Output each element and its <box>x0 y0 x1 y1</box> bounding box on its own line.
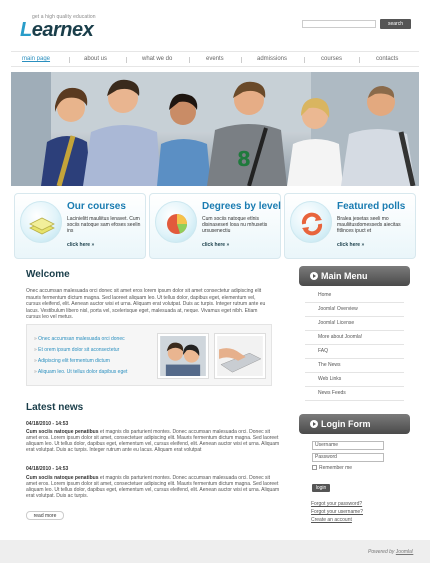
remember-me-checkbox[interactable] <box>312 465 317 470</box>
feature-boxes: Our courses Lacinielitt mauliitus lenave… <box>14 193 416 261</box>
search-input[interactable] <box>302 20 376 28</box>
menu-item-joomla-overview[interactable]: Joomla! Overview <box>318 306 358 312</box>
list-item[interactable]: » Aliquam leo. Ut tellus dolor dapibus e… <box>34 369 127 375</box>
svg-text:8: 8 <box>237 147 251 171</box>
username-field[interactable]: Username <box>312 441 384 450</box>
feature-box-our-courses: Our courses Lacinielitt mauliitus lenave… <box>14 193 146 259</box>
menu-divider <box>305 400 404 401</box>
menu-divider <box>305 330 404 331</box>
play-bullet-icon <box>310 420 318 428</box>
menu-divider <box>305 372 404 373</box>
nav-item-what-we-do[interactable]: what we do <box>142 56 172 62</box>
thumbnail-students[interactable] <box>157 333 209 379</box>
latest-news-heading: Latest news <box>26 402 84 413</box>
news-text: Cum sociis natoque penatibus et magnis d… <box>26 475 282 499</box>
laptop-photo-icon <box>217 336 263 376</box>
feature-click-here-link[interactable]: click here » <box>67 242 94 248</box>
logo-initial: L <box>20 19 32 41</box>
feature-box-featured-polls: Featured polls Bralea jesetas seeli mo m… <box>284 193 416 259</box>
main-navigation: main page about us what we do events adm… <box>11 51 419 67</box>
feature-click-here-link[interactable]: click here » <box>337 242 364 248</box>
nav-separator <box>126 57 127 63</box>
joomla-link[interactable]: Joomla! <box>396 549 414 555</box>
menu-item-web-links[interactable]: Web Links <box>318 376 341 382</box>
forgot-username-link[interactable]: Forgot your username? <box>311 509 363 515</box>
powered-by-label: Powered by <box>368 549 395 555</box>
read-more-button[interactable]: read more <box>26 511 64 520</box>
nav-item-about-us[interactable]: about us <box>84 56 107 62</box>
nav-separator <box>241 57 242 63</box>
login-form: Username Password Remember me login Forg… <box>302 434 409 528</box>
welcome-heading: Welcome <box>26 269 70 280</box>
list-item[interactable]: » Onec accumsan malesuada orci donec <box>34 336 125 342</box>
nav-item-courses[interactable]: courses <box>321 56 342 62</box>
list-item-label: Et orem ipsum dolor sit aconsectetur <box>38 347 120 353</box>
menu-divider <box>305 386 404 387</box>
book-icon <box>20 201 62 243</box>
students-photo-icon <box>160 336 206 376</box>
menu-item-joomla-license[interactable]: Joomla! License <box>318 320 354 326</box>
welcome-text: Onec accumsan malesuada orci donec sit a… <box>26 288 266 320</box>
footer-text: Powered by Joomla! <box>368 549 413 555</box>
nav-item-events[interactable]: events <box>206 56 224 62</box>
menu-divider <box>305 302 404 303</box>
refresh-icon <box>290 201 332 243</box>
feature-box-degrees-by-level: Degrees by level Cum sociis natoque etln… <box>149 193 281 259</box>
feature-title: Our courses <box>67 201 126 212</box>
search-button[interactable]: search <box>380 19 411 29</box>
feature-title: Featured polls <box>337 201 406 212</box>
menu-item-faq[interactable]: FAQ <box>318 348 328 354</box>
password-field[interactable]: Password <box>312 453 384 462</box>
nav-item-admissions[interactable]: admissions <box>257 56 287 62</box>
list-item-label: Onec accumsan malesuada orci donec <box>38 336 125 342</box>
footer-bar <box>0 540 430 563</box>
login-form-header: Login Form <box>299 414 410 434</box>
news-text: Cum sociis natoque penatibus et magnis d… <box>26 429 282 453</box>
hero-students-illustration: 8 <box>11 72 419 186</box>
menu-item-news-feeds[interactable]: News Feeds <box>318 390 346 396</box>
main-menu-title: Main Menu <box>321 271 368 281</box>
feature-text: Lacinielitt mauliitus lenavet. Cum socii… <box>67 216 141 234</box>
page: get a high quality education Learnex sea… <box>0 0 430 563</box>
login-button[interactable]: login <box>312 484 330 492</box>
main-menu-header: Main Menu <box>299 266 410 286</box>
news-date: 04/18/2010 - 14:53 <box>26 466 69 472</box>
nav-separator <box>189 57 190 63</box>
feature-text: Bralea jesetas seeli mo mauliitusdomesse… <box>337 216 401 234</box>
nav-separator <box>359 57 360 63</box>
thumbnail-laptop[interactable] <box>214 333 266 379</box>
list-item[interactable]: » Et orem ipsum dolor sit aconsectetur <box>34 347 119 353</box>
nav-item-contacts[interactable]: contacts <box>376 56 398 62</box>
menu-item-the-news[interactable]: The News <box>318 362 341 368</box>
nav-item-main-page[interactable]: main page <box>22 56 50 62</box>
menu-divider <box>305 316 404 317</box>
forgot-password-link[interactable]: Forgot your password? <box>311 501 362 507</box>
menu-item-more-about-joomla[interactable]: More about Joomla! <box>318 334 362 340</box>
create-account-link[interactable]: Create an account <box>311 517 352 523</box>
nav-separator <box>69 57 70 63</box>
list-item[interactable]: » Adipiscing elit fermentum dictum <box>34 358 110 364</box>
feature-click-here-link[interactable]: click here » <box>202 242 229 248</box>
hero-photo: 8 <box>11 72 419 186</box>
site-logo[interactable]: Learnex <box>20 19 94 42</box>
list-item-label: Adipiscing elit fermentum dictum <box>37 358 110 364</box>
links-box: » Onec accumsan malesuada orci donec » E… <box>26 324 272 386</box>
remember-me-label: Remember me <box>319 465 353 471</box>
login-form-title: Login Form <box>321 419 371 429</box>
news-date: 04/18/2010 - 14:53 <box>26 421 69 427</box>
pie-chart-icon <box>155 201 197 243</box>
menu-divider <box>305 344 404 345</box>
feature-text: Cum sociis natoque etlnis disinaseseri l… <box>202 216 268 234</box>
feature-title: Degrees by level <box>202 201 281 212</box>
play-bullet-icon <box>310 272 318 280</box>
nav-separator <box>304 57 305 63</box>
menu-divider <box>305 358 404 359</box>
menu-item-home[interactable]: Home <box>318 292 331 298</box>
logo-rest: earnex <box>31 19 94 41</box>
list-item-label: Aliquam leo. Ut tellus dolor dapibus ege… <box>37 369 128 375</box>
